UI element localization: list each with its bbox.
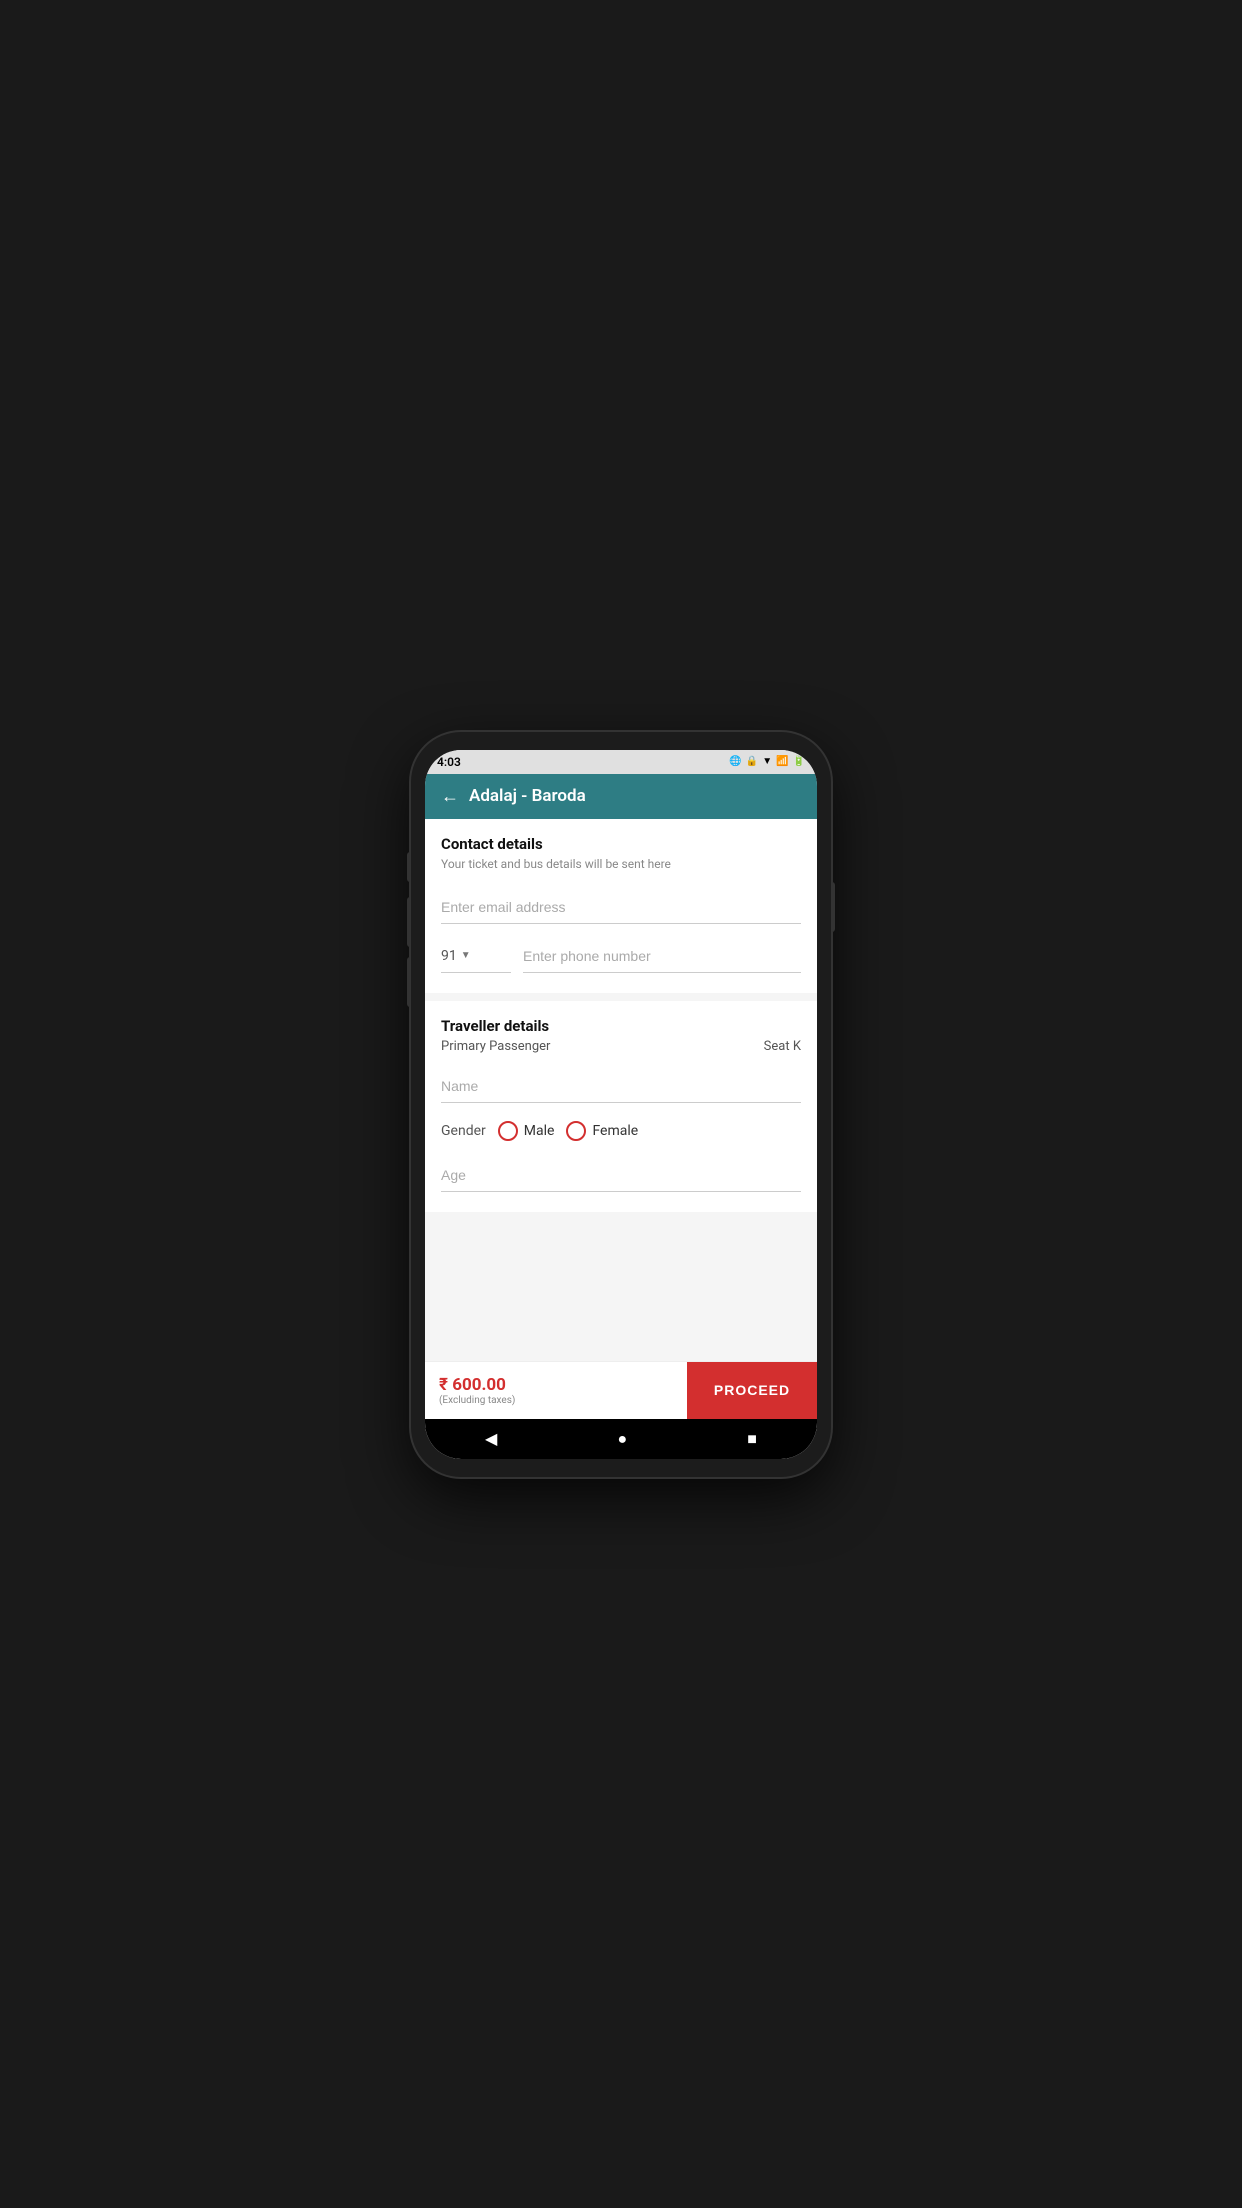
country-code-selector[interactable]: 91 ▼ — [441, 940, 511, 973]
traveller-header: Primary Passenger Seat K — [441, 1039, 801, 1054]
world-icon: 🌐 — [729, 756, 741, 767]
price-tax-note: (Excluding taxes) — [439, 1395, 673, 1406]
signal-icon: 📶 — [776, 756, 788, 767]
battery-icon: 🔋 — [793, 756, 805, 767]
content-spacer — [425, 1220, 817, 1280]
name-input[interactable] — [441, 1070, 801, 1103]
price-section: ₹ 600.00 (Excluding taxes) — [425, 1367, 687, 1414]
price-value: 600.00 — [452, 1375, 506, 1395]
app-bar: ← Adalaj - Baroda — [425, 774, 817, 819]
phone-row: 91 ▼ — [441, 940, 801, 973]
contact-details-title: Contact details — [441, 835, 801, 853]
male-radio-option[interactable]: Male — [498, 1121, 555, 1141]
dropdown-arrow-icon: ▼ — [461, 950, 471, 961]
home-nav-icon[interactable]: ● — [617, 1429, 627, 1449]
traveller-details-title: Traveller details — [441, 1017, 801, 1035]
contact-details-section: Contact details Your ticket and bus deta… — [425, 819, 817, 993]
lock-icon: 🔒 — [746, 756, 758, 767]
male-label: Male — [524, 1123, 555, 1139]
phone-input[interactable] — [523, 940, 801, 973]
volume-down-button — [407, 957, 411, 1007]
contact-details-subtitle: Your ticket and bus details will be sent… — [441, 857, 801, 871]
nav-bar: ◀ ● ■ — [425, 1419, 817, 1459]
app-bar-title: Adalaj - Baroda — [469, 786, 586, 806]
female-radio-circle — [566, 1121, 586, 1141]
status-time: 4:03 — [437, 755, 461, 769]
seat-label: Seat — [764, 1039, 790, 1054]
scroll-content: Contact details Your ticket and bus deta… — [425, 819, 817, 1361]
gender-label: Gender — [441, 1123, 486, 1139]
phone-screen: 4:03 🌐 🔒 ▼ 📶 🔋 ← Adalaj - Baroda Contact… — [425, 750, 817, 1459]
proceed-button[interactable]: PROCEED — [687, 1362, 817, 1419]
mute-button — [407, 852, 411, 882]
back-nav-icon[interactable]: ◀ — [485, 1429, 497, 1448]
male-radio-circle — [498, 1121, 518, 1141]
age-input[interactable] — [441, 1159, 801, 1192]
phone-frame: 4:03 🌐 🔒 ▼ 📶 🔋 ← Adalaj - Baroda Contact… — [411, 732, 831, 1477]
seat-value: K — [793, 1039, 801, 1054]
back-button[interactable]: ← — [441, 786, 459, 807]
price-amount: ₹ 600.00 — [439, 1375, 673, 1395]
power-button — [831, 882, 835, 932]
gender-row: Gender Male Female — [441, 1121, 801, 1141]
bottom-bar: ₹ 600.00 (Excluding taxes) PROCEED — [425, 1361, 817, 1419]
traveller-details-section: Traveller details Primary Passenger Seat… — [425, 1001, 817, 1212]
email-input[interactable] — [441, 891, 801, 924]
primary-passenger-label: Primary Passenger — [441, 1039, 550, 1054]
currency-symbol: ₹ — [439, 1375, 448, 1395]
volume-up-button — [407, 897, 411, 947]
country-code-value: 91 — [441, 948, 457, 964]
status-bar: 4:03 🌐 🔒 ▼ 📶 🔋 — [425, 750, 817, 774]
female-radio-option[interactable]: Female — [566, 1121, 638, 1141]
recent-nav-icon[interactable]: ■ — [747, 1429, 757, 1449]
wifi-icon: ▼ — [762, 756, 772, 767]
female-label: Female — [592, 1123, 638, 1139]
status-icons: 🌐 🔒 ▼ 📶 🔋 — [729, 756, 805, 767]
seat-info: Seat K — [764, 1039, 801, 1054]
